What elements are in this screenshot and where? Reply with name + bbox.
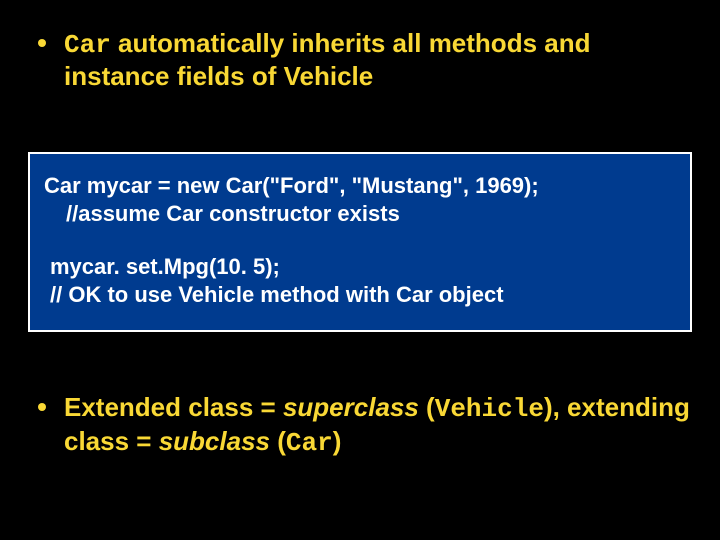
- bullet1-rest: automatically inherits all methods and i…: [64, 28, 590, 91]
- bullet-dot-icon: [38, 39, 46, 47]
- bullet-text-2: Extended class = superclass (Vehicle), e…: [64, 392, 692, 458]
- b2-p4: (: [270, 426, 286, 456]
- bullet-item-2: Extended class = superclass (Vehicle), e…: [38, 392, 692, 458]
- b2-p1: Extended class =: [64, 392, 283, 422]
- code-line-4: // OK to use Vehicle method with Car obj…: [44, 281, 676, 309]
- b2-mono1: Vehicle: [435, 394, 544, 424]
- code-line-3: mycar. set.Mpg(10. 5);: [44, 253, 676, 281]
- code-line-1: Car mycar = new Car("Ford", "Mustang", 1…: [44, 172, 676, 200]
- b2-em1: superclass: [283, 392, 419, 422]
- bullet-dot-icon: [38, 403, 46, 411]
- bullet-text-1: Car automatically inherits all methods a…: [64, 28, 692, 92]
- code-example-card: Car mycar = new Car("Ford", "Mustang", 1…: [28, 152, 692, 332]
- code-line-2: //assume Car constructor exists: [44, 200, 676, 228]
- b2-mono2: Car: [286, 428, 333, 458]
- b2-p2: (: [419, 392, 435, 422]
- bullet-item-1: Car automatically inherits all methods a…: [38, 28, 692, 92]
- bullet1-car-mono: Car: [64, 30, 111, 60]
- b2-em2: subclass: [159, 426, 270, 456]
- b2-p5: ): [333, 426, 342, 456]
